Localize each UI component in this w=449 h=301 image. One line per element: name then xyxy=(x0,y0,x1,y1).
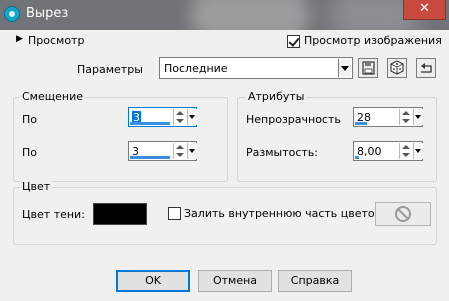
chevron-down-icon[interactable] xyxy=(338,59,351,77)
close-button[interactable]: ✕ xyxy=(403,0,446,20)
preview-image-checkbox[interactable] xyxy=(287,35,300,48)
opacity-bar xyxy=(355,122,367,125)
chevron-down-icon[interactable] xyxy=(187,109,197,125)
spin-arrows-icon[interactable] xyxy=(173,109,187,125)
shadow-color-label: Цвет тени: xyxy=(22,208,85,221)
presets-label: Параметры xyxy=(77,63,143,76)
app-icon xyxy=(4,6,20,22)
save-preset-button[interactable] xyxy=(358,58,378,78)
chevron-down-icon[interactable] xyxy=(413,109,423,125)
opacity-input[interactable]: 28 xyxy=(353,107,423,127)
preview-label[interactable]: Просмотр xyxy=(28,34,84,47)
no-color-icon xyxy=(395,206,411,222)
attributes-group-title: Атрибуты xyxy=(246,90,307,103)
presets-dropdown[interactable]: Последние xyxy=(159,57,353,79)
offset-horizontal-input[interactable]: 3 xyxy=(128,141,197,161)
offset-vertical-bar xyxy=(130,122,170,125)
window-title: Вырез xyxy=(26,6,69,21)
reset-preset-button[interactable] xyxy=(416,58,436,78)
ok-button[interactable]: OK xyxy=(116,270,190,292)
offset-horizontal-bar xyxy=(130,156,170,159)
shadow-color-swatch[interactable] xyxy=(93,203,147,225)
preview-toggle-icon[interactable]: ▶ xyxy=(16,34,23,44)
cancel-button[interactable]: Отмена xyxy=(198,270,272,292)
fill-interior-label[interactable]: Залить внутреннюю часть цветом: xyxy=(184,207,387,220)
dialog-body: ▶ Просмотр Просмотр изображения Параметр… xyxy=(2,30,447,300)
random-preset-button[interactable] xyxy=(387,58,407,78)
offset-group-title: Смещение xyxy=(20,90,85,103)
reset-icon xyxy=(421,63,432,73)
blur-bar xyxy=(355,156,359,159)
offset-horizontal-label: По xyxy=(22,146,38,159)
color-group-title: Цвет xyxy=(20,180,53,193)
fill-interior-checkbox[interactable] xyxy=(168,207,181,220)
presets-value: Последние xyxy=(164,62,228,75)
save-icon xyxy=(362,61,375,75)
dice-icon xyxy=(390,60,404,75)
blur-label: Размытость: xyxy=(246,146,318,159)
fill-color-swatch[interactable] xyxy=(375,202,431,226)
background-blur xyxy=(190,0,310,30)
spin-arrows-icon[interactable] xyxy=(399,109,413,125)
chevron-down-icon[interactable] xyxy=(187,143,197,159)
spin-arrows-icon[interactable] xyxy=(173,143,187,159)
offset-vertical-label: По xyxy=(22,113,38,126)
blur-input[interactable]: 8,00 xyxy=(353,141,423,161)
preview-image-label[interactable]: Просмотр изображения xyxy=(304,34,442,47)
offset-vertical-input[interactable]: 3 xyxy=(128,107,197,127)
blur-value: 8,00 xyxy=(357,145,382,158)
spin-arrows-icon[interactable] xyxy=(399,143,413,159)
opacity-label: Непрозрачность xyxy=(246,113,341,126)
chevron-down-icon[interactable] xyxy=(413,143,423,159)
help-button[interactable]: Справка xyxy=(278,270,352,292)
